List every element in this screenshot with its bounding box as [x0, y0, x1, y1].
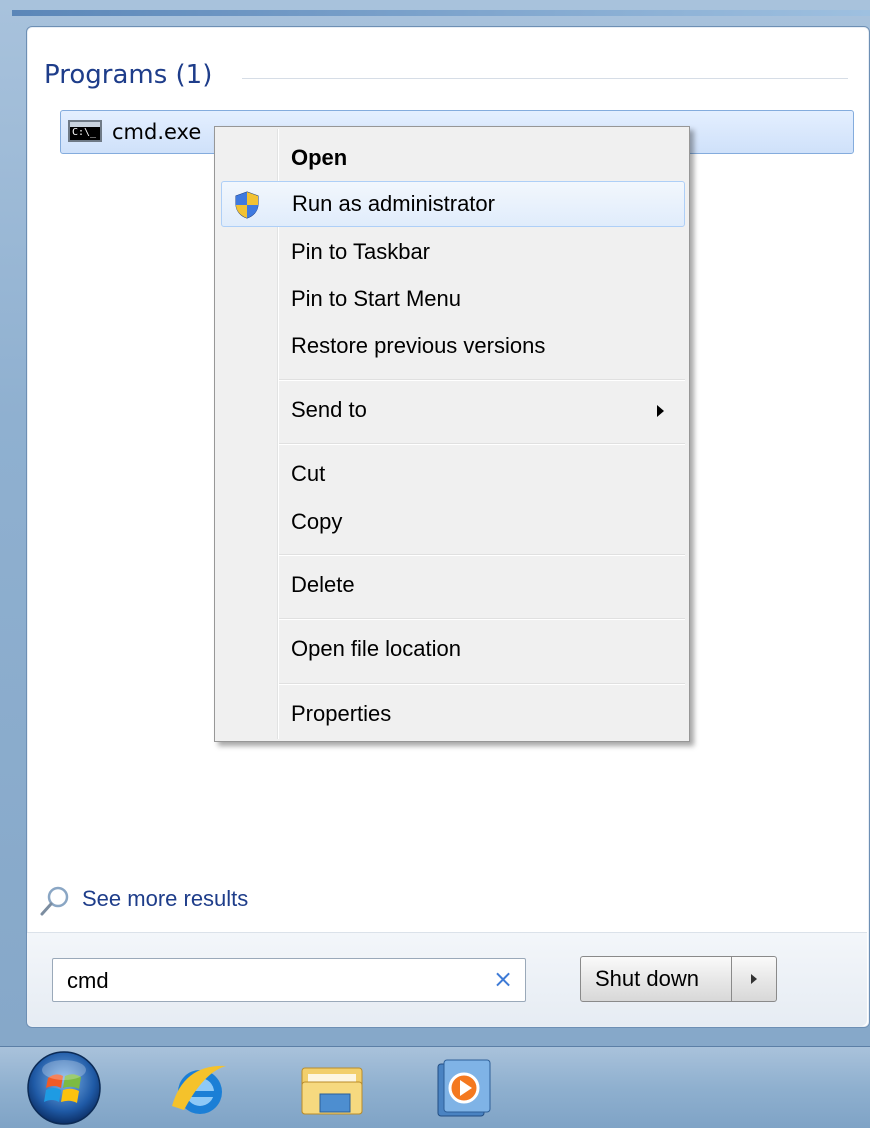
internet-explorer-icon[interactable]: [164, 1054, 234, 1124]
menu-item-pin-to-taskbar[interactable]: Pin to Taskbar: [215, 229, 689, 275]
menu-item-delete[interactable]: Delete: [215, 562, 689, 608]
menu-item-label: Open: [291, 145, 348, 170]
shut-down-label: Shut down: [595, 966, 699, 991]
menu-item-label: Restore previous versions: [291, 333, 546, 358]
media-player-icon[interactable]: [430, 1054, 500, 1124]
menu-item-label: Delete: [291, 572, 355, 597]
menu-separator: [279, 443, 685, 445]
menu-item-label: Send to: [291, 397, 367, 422]
menu-item-restore-previous-versions[interactable]: Restore previous versions: [215, 323, 689, 369]
menu-item-copy[interactable]: Copy: [215, 499, 689, 545]
start-menu-border: [12, 10, 870, 16]
menu-item-run-as-administrator[interactable]: Run as administrator: [221, 181, 685, 227]
windows-explorer-icon[interactable]: [298, 1054, 368, 1124]
context-menu: Open Run as administrator Pin to Taskbar…: [214, 126, 690, 742]
cmd-icon: C:\_: [68, 120, 102, 142]
menu-item-open-file-location[interactable]: Open file location: [215, 626, 689, 672]
cmd-icon-text: C:\_: [72, 127, 97, 138]
section-divider: [242, 78, 848, 79]
menu-item-open[interactable]: Open: [215, 135, 689, 181]
menu-item-cut[interactable]: Cut: [215, 451, 689, 497]
search-input[interactable]: cmd ×: [52, 958, 526, 1002]
menu-item-label: Open file location: [291, 636, 461, 661]
menu-item-label: Cut: [291, 461, 326, 486]
menu-item-label: Properties: [291, 701, 392, 726]
programs-section-title: Programs (1): [44, 60, 213, 90]
search-icon: [40, 886, 69, 916]
menu-item-label: Pin to Taskbar: [291, 239, 431, 264]
menu-item-label: Run as administrator: [292, 191, 495, 216]
menu-item-label: Copy: [291, 509, 343, 534]
menu-separator: [279, 618, 685, 620]
menu-separator: [279, 683, 685, 685]
search-input-value: cmd: [67, 968, 109, 993]
menu-item-pin-to-start-menu[interactable]: Pin to Start Menu: [215, 276, 689, 322]
clear-search-icon[interactable]: ×: [493, 965, 513, 993]
menu-separator: [279, 554, 685, 556]
result-item-label[interactable]: cmd.exe: [112, 120, 201, 144]
shut-down-options-button[interactable]: [731, 956, 777, 1002]
menu-item-label: Pin to Start Menu: [291, 286, 461, 311]
menu-item-properties[interactable]: Properties: [215, 691, 689, 737]
submenu-arrow-icon: [657, 405, 664, 417]
menu-separator: [279, 379, 685, 381]
shut-down-button[interactable]: Shut down: [580, 956, 732, 1002]
see-more-results-link[interactable]: See more results: [82, 886, 248, 912]
uac-shield-icon: [235, 191, 259, 219]
arrow-right-icon: [751, 974, 757, 984]
start-orb-icon[interactable]: [24, 1050, 104, 1126]
menu-item-send-to[interactable]: Send to: [215, 387, 689, 433]
